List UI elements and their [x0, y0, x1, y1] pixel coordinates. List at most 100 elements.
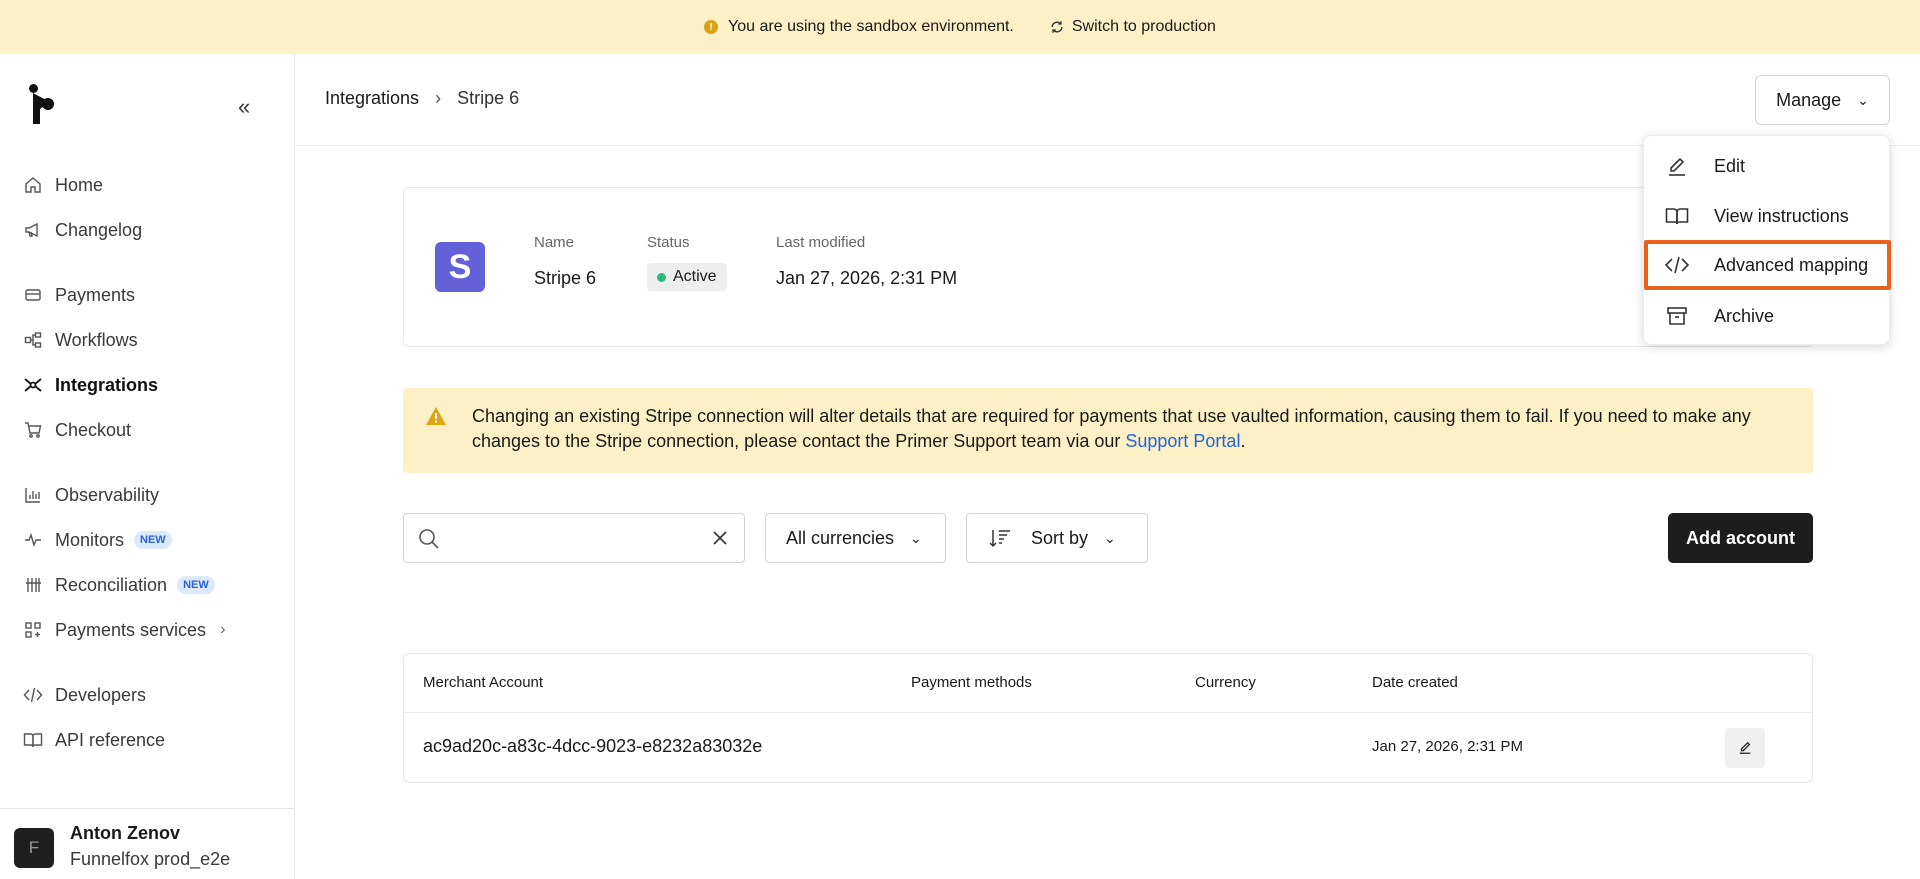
sidebar-item-observability[interactable]: Observability [22, 481, 159, 509]
menu-item-label: Archive [1714, 305, 1775, 326]
warning-text: Changing an existing Stripe connection w… [472, 404, 1792, 454]
sidebar-item-checkout[interactable]: Checkout [22, 416, 131, 444]
chevron-down-icon: ⌄ [1857, 91, 1869, 108]
clear-search-icon[interactable] [710, 528, 730, 553]
sidebar-item-label: Integrations [55, 374, 159, 395]
pencil-icon [1739, 741, 1751, 754]
last-modified-label: Last modified [776, 234, 866, 251]
info-icon: ! [704, 20, 719, 34]
chevron-right-icon: › [220, 621, 226, 638]
manage-menu: Edit View instructions Advanced mapping … [1643, 135, 1891, 345]
sidebar-item-developers[interactable]: Developers [22, 681, 146, 709]
sidebar-item-label: Developers [55, 684, 147, 705]
date-created-cell: Jan 27, 2026, 2:31 PM [1372, 738, 1523, 755]
collapse-sidebar-icon[interactable]: « [238, 96, 250, 118]
search-icon [418, 528, 440, 555]
cart-icon [22, 419, 44, 441]
add-account-button[interactable]: Add account [1668, 513, 1813, 563]
sidebar: « Home Changelog Payments Workflows Inte… [0, 54, 295, 879]
table-row[interactable]: ac9ad20c-a83c-4dcc-9023-e8232a83032e Jan… [404, 712, 1812, 783]
code-icon [22, 684, 44, 706]
sidebar-item-label: Observability [55, 484, 160, 505]
sidebar-item-api-reference[interactable]: API reference [22, 726, 165, 754]
currency-filter-label: All currencies [786, 527, 895, 548]
status-badge: Active [647, 263, 727, 291]
merchant-accounts-table: Merchant Account Payment methods Currenc… [403, 653, 1813, 783]
sidebar-item-payments-services[interactable]: Payments services › [22, 616, 225, 644]
sidebar-item-payments[interactable]: Payments [22, 281, 135, 309]
status-field: Status Active [647, 234, 727, 291]
menu-item-archive[interactable]: Archive [1644, 291, 1891, 341]
page-header: Integrations › Stripe 6 Manage ⌄ [296, 54, 1920, 146]
search-field[interactable] [403, 513, 745, 563]
workflow-icon [22, 329, 44, 351]
breadcrumb-current: Stripe 6 [457, 88, 520, 108]
merchant-account-id: ac9ad20c-a83c-4dcc-9023-e8232a83032e [423, 736, 763, 756]
manage-button[interactable]: Manage ⌄ [1755, 75, 1890, 125]
menu-item-view-instructions[interactable]: View instructions [1644, 191, 1891, 241]
home-icon [22, 174, 44, 196]
menu-item-label: Edit [1714, 155, 1746, 176]
chevron-right-icon: › [435, 88, 442, 108]
archive-icon [1664, 303, 1690, 329]
sort-dropdown[interactable]: Sort by ⌄ [966, 513, 1148, 563]
sort-icon [989, 528, 1011, 548]
tally-icon [22, 574, 44, 596]
support-portal-link[interactable]: Support Portal [1125, 431, 1240, 451]
stripe-warning-callout: Changing an existing Stripe connection w… [403, 388, 1813, 473]
switch-to-production-button[interactable]: Switch to production [1050, 18, 1216, 36]
menu-item-advanced-mapping[interactable]: Advanced mapping [1644, 240, 1891, 290]
sidebar-item-monitors[interactable]: Monitors NEW [22, 526, 172, 554]
currency-filter-dropdown[interactable]: All currencies ⌄ [765, 513, 946, 563]
pulse-icon [22, 529, 44, 551]
status-label: Status [647, 234, 690, 251]
refresh-icon [1051, 21, 1063, 33]
chevron-down-icon: ⌄ [910, 529, 922, 546]
sidebar-item-label: Workflows [55, 329, 138, 350]
book-icon [22, 729, 44, 751]
sandbox-banner: ! You are using the sandbox environment.… [0, 0, 1920, 54]
breadcrumb-integrations-link[interactable]: Integrations [325, 88, 419, 109]
manage-button-label: Manage [1776, 89, 1842, 110]
sandbox-message: You are using the sandbox environment. [728, 18, 1014, 35]
menu-item-label: View instructions [1714, 205, 1849, 226]
sidebar-item-changelog[interactable]: Changelog [22, 216, 142, 244]
last-modified-value: Jan 27, 2026, 2:31 PM [776, 268, 958, 288]
book-open-icon [1664, 203, 1690, 229]
sidebar-item-label: Payments services [55, 619, 207, 640]
apps-icon [22, 619, 44, 641]
last-modified-field: Last modified Jan 27, 2026, 2:31 PM [776, 234, 957, 289]
switch-to-production-label: Switch to production [1071, 18, 1216, 35]
sidebar-item-integrations[interactable]: Integrations [22, 371, 158, 399]
name-field: Name Stripe 6 [534, 234, 596, 289]
pencil-icon [1664, 153, 1690, 179]
user-profile[interactable]: F Anton Zenov Funnelfox prod_e2e [0, 808, 295, 879]
sidebar-item-workflows[interactable]: Workflows [22, 326, 138, 354]
chevron-down-icon: ⌄ [1104, 529, 1116, 546]
sidebar-item-label: Reconciliation [55, 574, 168, 595]
edit-account-button[interactable] [1725, 728, 1765, 768]
column-header: Merchant Account [423, 674, 544, 691]
menu-item-edit[interactable]: Edit [1644, 141, 1891, 191]
column-header: Date created [1372, 674, 1458, 691]
integrations-icon [22, 374, 44, 396]
sidebar-item-home[interactable]: Home [22, 171, 103, 199]
status-dot [657, 272, 666, 282]
card-icon [22, 284, 44, 306]
user-organization: Funnelfox prod_e2e [70, 849, 231, 869]
sidebar-item-label: Payments [55, 284, 136, 305]
sidebar-item-label: Changelog [55, 219, 143, 240]
sidebar-item-reconciliation[interactable]: Reconciliation NEW [22, 571, 215, 599]
stripe-logo: S [435, 242, 485, 292]
search-input[interactable] [448, 524, 688, 554]
avatar: F [14, 828, 54, 868]
sidebar-item-label: API reference [55, 729, 166, 750]
integration-name: Stripe 6 [534, 268, 597, 288]
new-badge: NEW [134, 531, 172, 549]
sort-label: Sort by [1031, 527, 1089, 548]
primer-logo[interactable] [26, 84, 56, 131]
menu-item-label: Advanced mapping [1714, 254, 1869, 275]
name-label: Name [534, 234, 575, 251]
new-badge: NEW [177, 576, 215, 594]
sidebar-item-label: Checkout [55, 419, 132, 440]
